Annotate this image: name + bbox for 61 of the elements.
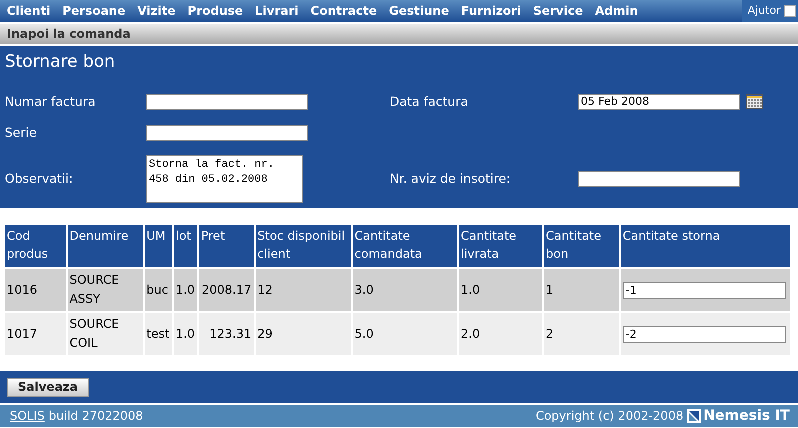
calendar-icon[interactable] xyxy=(746,94,763,110)
table-cell: 1.0 xyxy=(174,313,198,355)
menu-item[interactable]: Contracte xyxy=(310,2,378,20)
menu-item[interactable]: Livrari xyxy=(255,2,299,20)
column-header: lot xyxy=(174,225,198,267)
quantity-field[interactable]: -2 xyxy=(622,326,786,342)
input-field[interactable] xyxy=(578,171,740,188)
field-label: Serie xyxy=(5,124,38,142)
build-text: build 27022008 xyxy=(48,408,144,425)
field-label: Data factura xyxy=(390,92,470,111)
brand-name: Nemesis IT xyxy=(704,406,790,426)
help-checkbox[interactable] xyxy=(784,5,796,17)
table-cell: 2.0 xyxy=(459,313,542,355)
table-cell: SOURCE COIL xyxy=(68,313,143,355)
menu-item[interactable]: Clienti xyxy=(7,2,51,20)
column-header: Cantitate bon xyxy=(544,225,619,267)
table-cell: 1.0 xyxy=(174,269,198,311)
table-cell: 29 xyxy=(256,313,351,355)
product-link[interactable]: SOLIS xyxy=(10,407,45,425)
form-title: Stornare bon xyxy=(5,52,116,72)
menu-item[interactable]: Service xyxy=(533,2,584,20)
menu-item[interactable]: Persoane xyxy=(62,2,126,20)
table-cell: 2 xyxy=(544,313,619,355)
column-header: Pret xyxy=(199,225,254,267)
field-label: Numar factura xyxy=(5,92,97,111)
column-header: Denumire xyxy=(68,225,143,267)
table-cell: 1 xyxy=(544,269,619,311)
table-cell: 3.0 xyxy=(352,269,458,311)
menu-item[interactable]: Gestiune xyxy=(389,2,450,20)
quantity-field[interactable]: -1 xyxy=(622,282,786,298)
field-label: Nr. aviz de insotire: xyxy=(390,170,512,188)
input-field[interactable] xyxy=(146,124,308,141)
back-link[interactable]: Inapoi la comanda xyxy=(7,25,131,43)
table-cell: 5.0 xyxy=(352,313,458,355)
table-cell: buc xyxy=(144,269,172,311)
notes-field[interactable]: Storna la fact. nr. 458 din 05.02.2008 xyxy=(146,155,303,204)
help-label: Ajutor xyxy=(748,2,781,19)
column-header: UM xyxy=(144,225,172,267)
menu-item[interactable]: Furnizori xyxy=(461,2,522,20)
table-cell: 1017 xyxy=(5,313,66,355)
table-cell: test xyxy=(144,313,172,355)
column-header: Cantitate storna xyxy=(620,225,790,267)
table-cell: 1.0 xyxy=(459,269,542,311)
date-field[interactable]: 05 Feb 2008 xyxy=(578,94,740,110)
field-label: Observatii: xyxy=(5,170,74,188)
table-cell: 123.31 xyxy=(199,313,254,355)
save-button[interactable]: Salveaza xyxy=(7,378,89,396)
table-cell: 2008.17 xyxy=(199,269,254,311)
menu-item[interactable]: Produse xyxy=(188,2,244,20)
menu-item[interactable]: Vizite xyxy=(138,2,176,20)
table-cell: 1016 xyxy=(5,269,66,311)
table-cell: SOURCE ASSY xyxy=(68,269,143,311)
column-header: Cod produs xyxy=(5,225,66,267)
column-header: Cantitate livrata xyxy=(459,225,542,267)
column-header: Cantitate comandata xyxy=(352,225,458,267)
logo-icon xyxy=(686,409,701,423)
column-header: Stoc disponibil client xyxy=(256,225,351,267)
menu-item[interactable]: Admin xyxy=(595,2,638,20)
copyright-text: Copyright (c) 2002-2008 xyxy=(536,408,684,425)
table-cell: 12 xyxy=(256,269,351,311)
input-field[interactable] xyxy=(146,94,308,110)
